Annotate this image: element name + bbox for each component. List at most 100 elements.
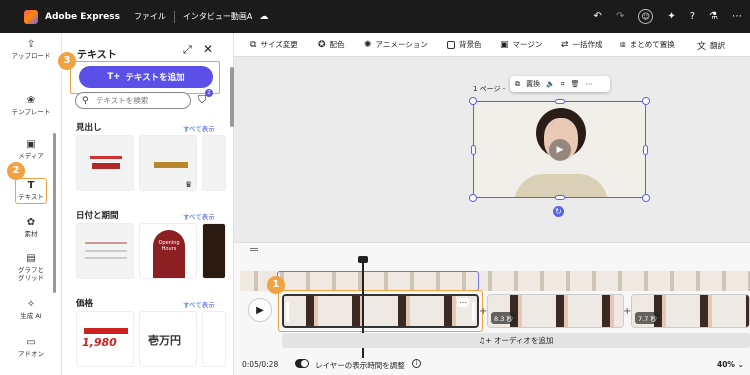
page-label: 1 ページ - <box>473 85 506 93</box>
play-icon[interactable]: ▶ <box>549 139 571 161</box>
replace-icon: ⧈ <box>620 39 626 50</box>
undo-icon[interactable]: ↶ <box>594 11 602 22</box>
section-title: 日付と期間 <box>76 211 119 221</box>
addon-icon: ▭ <box>26 337 36 348</box>
text-add-icon: T+ <box>107 72 121 82</box>
delete-icon[interactable]: 🗑 <box>571 80 580 88</box>
play-button[interactable]: ▶ <box>248 298 272 322</box>
date-template-tile[interactable] <box>202 223 226 279</box>
left-rail: ⇪ アップロード ❀ テンプレート ▣ メディア T テキスト ✿ 素材 ▤ グ… <box>0 33 62 375</box>
video-clip[interactable]: 8.3 秒 <box>487 294 624 328</box>
see-all-link[interactable]: すべて表示 <box>183 299 215 309</box>
heading-template-tile[interactable]: ♛ <box>139 135 197 191</box>
heading-template-tile[interactable] <box>202 135 226 191</box>
animation-icon: ✺ <box>364 39 372 50</box>
toolbar-resize[interactable]: ⧉ サイズ変更 <box>250 39 298 50</box>
rotate-icon[interactable]: ↻ <box>553 206 564 217</box>
date-template-tile[interactable] <box>76 223 134 279</box>
clip-duration: 8.3 秒 <box>491 312 516 324</box>
search-icon: ⚲ <box>82 96 89 106</box>
price-template-tile[interactable]: 1,980 <box>76 311 134 367</box>
audio-icon: ♫+ <box>478 336 494 345</box>
top-bar: Adobe Express ファイル インタビュー動画A ☁ ↶ ↷ ☺ ✦ ?… <box>0 0 750 33</box>
resize-handle[interactable] <box>469 97 477 105</box>
account-icon[interactable]: ☺ <box>638 9 654 24</box>
resize-handle[interactable] <box>642 97 650 105</box>
lab-icon[interactable]: ⚗ <box>709 11 718 22</box>
rail-item-ai[interactable]: ✧ 生成 AI <box>0 299 62 321</box>
more-icon[interactable]: ⋯ <box>457 298 469 307</box>
ai-icon: ✧ <box>26 299 36 310</box>
resize-handle[interactable] <box>469 194 477 202</box>
price-template-tile[interactable]: 壱万円 <box>139 311 197 367</box>
trim-handle[interactable] <box>472 302 475 322</box>
toolbar-bulk-create[interactable]: ⇄ 一括作成 <box>561 39 603 50</box>
clip-duration: 7.7 秒 <box>635 312 660 324</box>
adobe-express-logo[interactable] <box>24 9 38 24</box>
checkbox-icon <box>447 40 455 49</box>
palette-icon: ✪ <box>318 39 326 50</box>
toolbar: ⧉ サイズ変更 ✪ 配色 ✺ アニメーション 背景色 ▣ マージン ⇄ 一括作成 ⧈ まとめ… <box>234 33 750 57</box>
more-icon[interactable]: ⋯ <box>586 80 593 88</box>
cloud-icon[interactable]: ☁ <box>259 12 268 22</box>
close-icon[interactable]: ✕ <box>203 42 213 56</box>
step-marker: 2 <box>7 162 25 180</box>
time-readout: 0:05/0:28 <box>242 360 279 369</box>
floating-toolbar: ⧉ 置換 🔈 ⌗ 🗑 ⋯ <box>510 76 610 92</box>
main-area: ⧉ サイズ変更 ✪ 配色 ✺ アニメーション 背景色 ▣ マージン ⇄ 一括作成 ⧈ まとめ… <box>234 33 750 375</box>
upload-icon: ⇪ <box>26 39 36 50</box>
resize-handle[interactable] <box>642 194 650 202</box>
filmstrip-selection[interactable] <box>277 271 479 291</box>
more-icon[interactable]: ⋯ <box>732 11 742 22</box>
toolbar-replace-all[interactable]: ⧈ まとめて置換 <box>620 39 675 50</box>
add-text-button[interactable]: T+ テキストを追加 <box>79 66 213 88</box>
replace-button[interactable]: 置換 <box>526 79 540 89</box>
date-template-tile[interactable]: Opening Hours <box>139 223 197 279</box>
resize-handle[interactable] <box>643 145 648 155</box>
crop-icon[interactable]: ⌗ <box>561 80 565 89</box>
toggle-label: レイヤーの表示時間を調整 <box>315 361 405 370</box>
toolbar-animation[interactable]: ✺ アニメーション <box>364 39 428 50</box>
heading-template-tile[interactable] <box>76 135 134 191</box>
bulk-create-icon: ⇄ <box>561 39 569 50</box>
rail-scrollbar[interactable] <box>53 133 56 293</box>
rail-item-addon[interactable]: ▭ アドオン <box>0 337 62 359</box>
lightbulb-icon[interactable]: ✦ <box>667 11 675 22</box>
add-text-highlight: T+ テキストを追加 <box>70 61 220 94</box>
replace-icon[interactable]: ⧉ <box>515 80 520 89</box>
video-clip-selected[interactable]: ⋯ <box>282 294 479 328</box>
redo-icon[interactable]: ↷ <box>616 11 624 22</box>
video-clip[interactable]: 7.7 秒 <box>631 294 750 328</box>
layer-duration-toggle[interactable] <box>295 359 309 368</box>
volume-icon[interactable]: 🔈 <box>546 80 555 88</box>
zoom-level[interactable]: 40% ⌄ <box>717 360 744 369</box>
see-all-link[interactable]: すべて表示 <box>183 211 215 221</box>
video-canvas[interactable]: ▶ <box>473 101 646 198</box>
translate-icon: 文 <box>697 42 707 52</box>
template-icon: ❀ <box>26 95 36 106</box>
resize-handle[interactable] <box>555 99 565 104</box>
help-icon[interactable]: ? <box>690 11 695 22</box>
see-all-link[interactable]: すべて表示 <box>183 123 215 133</box>
resize-handle[interactable] <box>555 195 565 200</box>
step-marker: 1 <box>267 276 285 294</box>
toolbar-margin[interactable]: ▣ マージン <box>500 39 542 50</box>
price-template-tile[interactable] <box>202 311 226 367</box>
info-icon[interactable]: i <box>412 359 421 368</box>
drag-handle-icon[interactable] <box>250 248 258 251</box>
resize-handle[interactable] <box>471 145 476 155</box>
add-audio-button[interactable]: ♫+ オーディオを追加 <box>282 333 750 348</box>
toolbar-bg-color[interactable]: 背景色 <box>447 39 482 50</box>
rail-item-upload[interactable]: ⇪ アップロード <box>0 39 62 61</box>
filter-badge: 2 <box>205 89 213 97</box>
crown-icon: ♛ <box>185 180 193 189</box>
search-input[interactable]: ⚲ テキストを検索 <box>75 92 191 109</box>
section-title: 見出し <box>76 123 102 133</box>
toolbar-translate[interactable]: 文翻訳 <box>697 39 725 52</box>
trim-handle[interactable] <box>286 302 289 322</box>
expand-icon[interactable]: ⤢ <box>183 43 192 57</box>
rail-item-template[interactable]: ❀ テンプレート <box>0 95 62 117</box>
document-title[interactable]: インタビュー動画A <box>183 11 252 22</box>
file-menu[interactable]: ファイル <box>134 11 166 22</box>
toolbar-colors[interactable]: ✪ 配色 <box>318 39 345 50</box>
